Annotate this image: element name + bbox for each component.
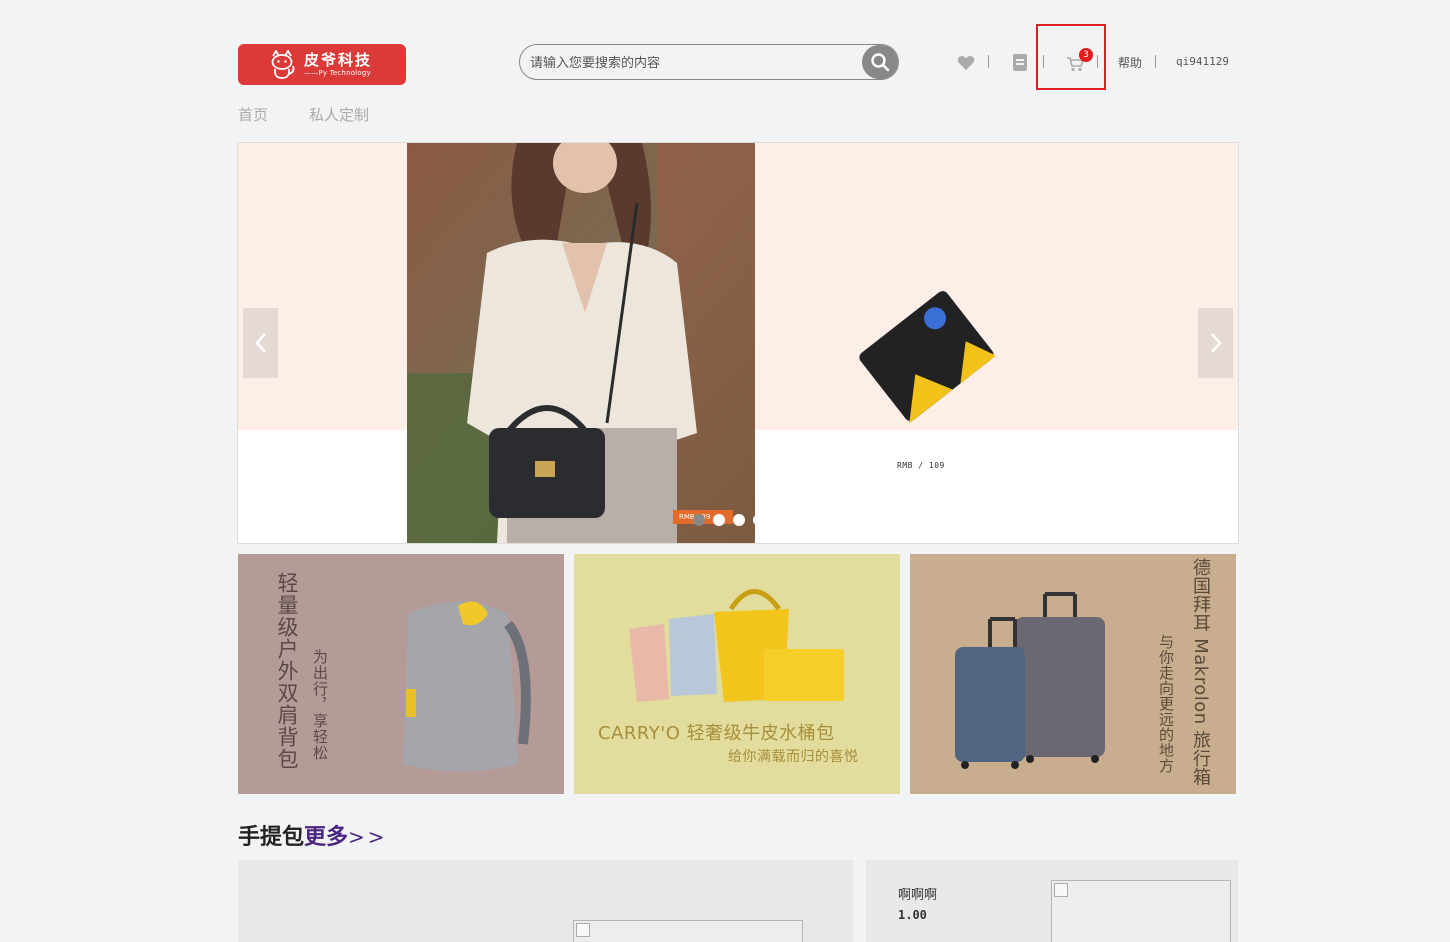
search-icon: [871, 53, 890, 72]
more-link[interactable]: 更多>>: [304, 825, 388, 850]
brand-logo[interactable]: 皮爷科技 ——Py Technology: [238, 44, 406, 85]
promo-title: CARRY'O 轻奢级牛皮水桶包: [598, 723, 835, 744]
cart-count-badge: 3: [1079, 48, 1093, 62]
product-image-broken: [1051, 880, 1231, 942]
nav-item-home[interactable]: 首页: [238, 104, 268, 125]
product-name: 啊啊啊: [898, 888, 938, 903]
carousel-dot[interactable]: [733, 514, 745, 526]
header-divider: [988, 55, 989, 68]
username-link[interactable]: qi941129: [1176, 55, 1229, 68]
product-image-broken: [573, 920, 803, 942]
more-label: 更多: [304, 825, 349, 850]
search-input[interactable]: [530, 53, 860, 73]
promo-subtitle: 给你满载而归的喜悦: [728, 749, 859, 765]
carousel-dot[interactable]: [753, 514, 765, 526]
orders-icon[interactable]: [1013, 54, 1027, 71]
brand-tagline: ——Py Technology: [304, 68, 371, 77]
heart-icon[interactable]: [957, 55, 975, 71]
carousel-prev-button[interactable]: [243, 308, 278, 378]
carousel-next-button[interactable]: [1198, 308, 1233, 378]
backpack-image: [403, 601, 531, 772]
promo-tile-bucket-bag[interactable]: CARRY'O 轻奢级牛皮水桶包 给你满载而归的喜悦: [574, 554, 900, 794]
section-heading: 手提包更多>>: [238, 819, 388, 851]
brand-name: 皮爷科技: [304, 50, 373, 69]
bucket-bags-image: [629, 589, 844, 702]
search-box: [519, 44, 899, 80]
search-button[interactable]: [862, 45, 898, 79]
product-card-featured[interactable]: [238, 860, 853, 942]
promo-subtitle: 与你走向更远的地方: [1157, 634, 1175, 774]
nav-item-custom[interactable]: 私人定制: [309, 104, 369, 125]
promo-title: 德国拜耳 Makrolon 旅行箱: [1190, 558, 1211, 787]
chevron-left-icon: [254, 333, 266, 353]
product-card[interactable]: 啊啊啊 1.00: [866, 860, 1238, 942]
banner-model-photo: [407, 143, 755, 543]
carousel-dots: [693, 514, 765, 526]
more-arrows: >>: [348, 825, 388, 849]
banner-price: RMB / 109: [897, 461, 945, 470]
help-link[interactable]: 帮助: [1118, 54, 1142, 71]
promo-subtitle: 为出行，享轻松: [311, 649, 329, 761]
suitcase-image: [955, 592, 1105, 769]
carousel-dot[interactable]: [693, 514, 705, 526]
carousel-dot[interactable]: [713, 514, 725, 526]
promo-tile-backpack[interactable]: 轻量级户外双肩背包 为出行，享轻松: [238, 554, 564, 794]
banner-carousel: RMB / 109 RMB 139: [237, 142, 1239, 544]
chevron-right-icon: [1210, 333, 1222, 353]
promo-tile-suitcase[interactable]: 德国拜耳 Makrolon 旅行箱 与你走向更远的地方: [910, 554, 1236, 794]
cat-logo-icon: [271, 49, 295, 79]
header-divider: [1097, 55, 1098, 68]
wallet-product-image: [859, 291, 996, 424]
section-title: 手提包: [238, 825, 305, 850]
header-divider: [1155, 55, 1156, 68]
product-price: 1.00: [898, 908, 927, 922]
promo-title: 轻量级户外双肩背包: [275, 572, 299, 770]
